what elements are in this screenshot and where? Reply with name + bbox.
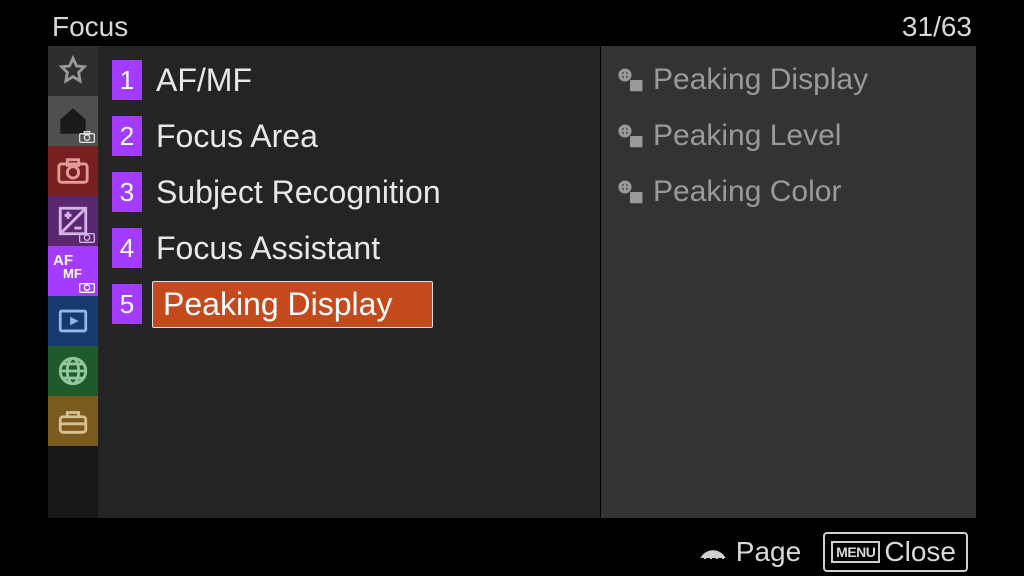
page-counter: 31/63 <box>902 11 972 43</box>
close-button[interactable]: MENU Close <box>823 532 968 572</box>
menu-number: 2 <box>112 116 142 156</box>
menu-number: 1 <box>112 60 142 100</box>
toolbox-icon <box>56 404 90 438</box>
sidebar-tab-playback[interactable] <box>48 296 98 346</box>
header: Focus 31/63 <box>48 8 976 46</box>
submenu-item-peaking-display[interactable]: Peaking Display <box>611 52 966 108</box>
play-icon <box>56 304 90 338</box>
camera-icon <box>56 154 90 188</box>
star-icon <box>56 54 90 88</box>
menu-item-peaking-display[interactable]: 5 Peaking Display <box>98 276 600 332</box>
menu-column: 1 AF/MF 2 Focus Area 3 Subject Recogniti… <box>98 46 600 518</box>
page-title: Focus <box>52 11 128 43</box>
sidebar-tab-setup[interactable] <box>48 396 98 446</box>
footer: Page MENU Close <box>48 528 976 576</box>
submenu-item-peaking-color[interactable]: Peaking Color <box>611 164 966 220</box>
submenu-label: Peaking Color <box>653 175 841 209</box>
menu-label: AF/MF <box>156 62 252 99</box>
settings-group-icon <box>615 121 645 151</box>
submenu-column: Peaking Display Peaking Level Peaking Co… <box>600 46 976 518</box>
menu-label: Focus Assistant <box>156 230 380 267</box>
menu-badge: MENU <box>831 541 880 563</box>
close-label: Close <box>884 536 956 568</box>
page-dial-hint: Page <box>696 536 801 568</box>
menu-number: 4 <box>112 228 142 268</box>
submenu-label: Peaking Level <box>653 119 841 153</box>
camera-overlay-icon <box>79 231 95 243</box>
menu-item-af-mf[interactable]: 1 AF/MF <box>98 52 600 108</box>
globe-icon <box>56 354 90 388</box>
menu-item-focus-area[interactable]: 2 Focus Area <box>98 108 600 164</box>
menu-item-focus-assistant[interactable]: 4 Focus Assistant <box>98 220 600 276</box>
menu-label: Peaking Display <box>163 286 392 322</box>
menu-number: 5 <box>112 284 142 324</box>
camera-overlay-icon <box>79 281 95 293</box>
sidebar-tab-favorites[interactable] <box>48 46 98 96</box>
menu-number: 3 <box>112 172 142 212</box>
sidebar-tab-network[interactable] <box>48 346 98 396</box>
page-label: Page <box>736 536 801 568</box>
settings-group-icon <box>615 65 645 95</box>
camera-overlay-icon <box>79 131 95 143</box>
sidebar-tab-shooting[interactable] <box>48 146 98 196</box>
settings-group-icon <box>615 177 645 207</box>
submenu-item-peaking-level[interactable]: Peaking Level <box>611 108 966 164</box>
sidebar-tab-main[interactable] <box>48 96 98 146</box>
dial-icon <box>696 541 730 563</box>
sidebar-tab-exposure[interactable] <box>48 196 98 246</box>
submenu-label: Peaking Display <box>653 63 868 97</box>
menu-label: Subject Recognition <box>156 174 441 211</box>
sidebar-tab-focus[interactable]: AFMF <box>48 246 98 296</box>
menu-label: Focus Area <box>156 118 318 155</box>
afmf-icon: AFMF <box>53 254 73 280</box>
sidebar: AFMF <box>48 46 98 518</box>
menu-item-subject-recognition[interactable]: 3 Subject Recognition <box>98 164 600 220</box>
